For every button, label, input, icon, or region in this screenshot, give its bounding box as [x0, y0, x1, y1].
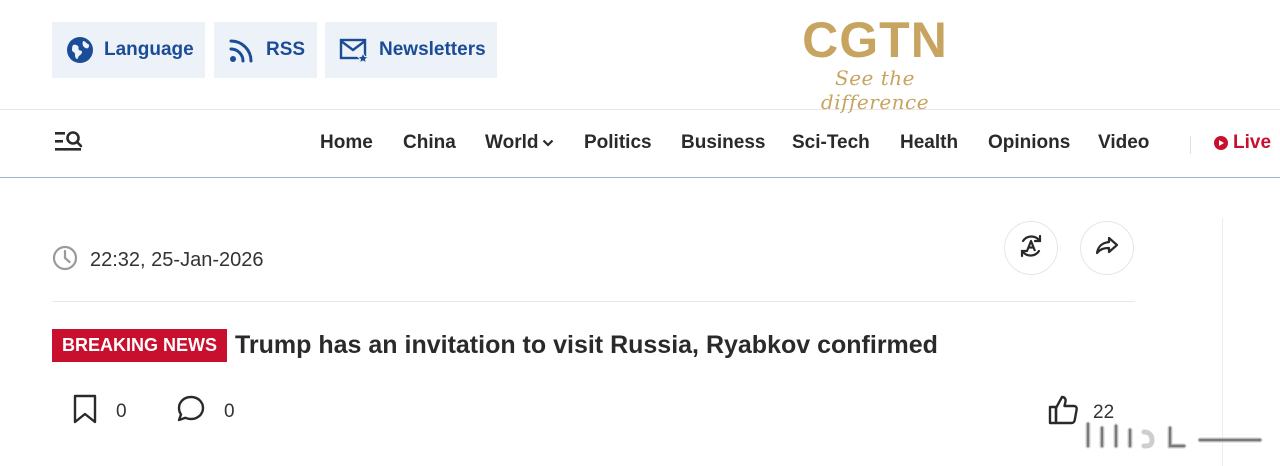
nav-china[interactable]: China [403, 132, 456, 154]
bookmark-icon [72, 394, 98, 429]
logo-wordmark: CGTN [802, 12, 948, 68]
logo-tagline: See the difference [820, 66, 930, 114]
bookmark-button[interactable]: 0 [72, 394, 127, 429]
rss-button[interactable]: RSS [214, 22, 317, 78]
rss-label: RSS [266, 39, 306, 60]
language-label: Language [104, 39, 194, 60]
nav-business[interactable]: Business [681, 132, 765, 154]
nav-sci-tech[interactable]: Sci-Tech [792, 132, 870, 154]
mail-star-icon [339, 36, 369, 64]
headline-row: BREAKING NEWS Trump has an invitation to… [52, 329, 938, 362]
newsletters-label: Newsletters [379, 39, 486, 60]
nav-politics[interactable]: Politics [584, 132, 652, 154]
nav-home[interactable]: Home [320, 132, 373, 154]
translate-icon [1017, 232, 1045, 265]
rss-icon [228, 36, 256, 64]
comment-button[interactable]: 0 [176, 394, 235, 429]
cgtn-logo[interactable]: CGTN See the difference [790, 12, 960, 114]
translate-button[interactable] [1004, 221, 1058, 275]
chevron-down-icon [542, 132, 554, 154]
nav-health[interactable]: Health [900, 132, 958, 154]
thumbs-up-icon [1047, 394, 1079, 431]
newsletters-button[interactable]: Newsletters [325, 22, 497, 78]
live-play-icon [1214, 136, 1228, 150]
search-menu-icon[interactable] [54, 130, 84, 156]
live-link[interactable]: Live [1214, 132, 1271, 154]
globe-icon [66, 36, 94, 64]
article-headline: Trump has an invitation to visit Russia,… [235, 331, 938, 359]
nav-video[interactable]: Video [1098, 132, 1149, 154]
comment-icon [176, 394, 206, 429]
clock-icon [52, 245, 78, 276]
nav-separator [1190, 136, 1191, 154]
watermark-overlay [1085, 421, 1263, 449]
live-label: Live [1233, 132, 1272, 153]
header-divider [52, 301, 1135, 302]
share-button[interactable] [1080, 221, 1134, 275]
nav-world[interactable]: World [485, 132, 554, 154]
nav-opinions[interactable]: Opinions [988, 132, 1070, 154]
breaking-news-badge: BREAKING NEWS [52, 329, 228, 362]
language-button[interactable]: Language [52, 22, 205, 78]
top-bar: Language RSS Newsletters CGTN See the di… [0, 0, 1280, 114]
share-icon [1094, 233, 1120, 264]
main-nav: Home China World Politics Business Sci-T… [0, 110, 1280, 178]
article-timestamp: 22:32, 25-Jan-2026 [52, 245, 263, 276]
bookmark-count: 0 [116, 400, 127, 422]
comment-count: 0 [224, 400, 235, 422]
timestamp-text: 22:32, 25-Jan-2026 [90, 249, 264, 271]
nav-world-label: World [485, 132, 539, 153]
